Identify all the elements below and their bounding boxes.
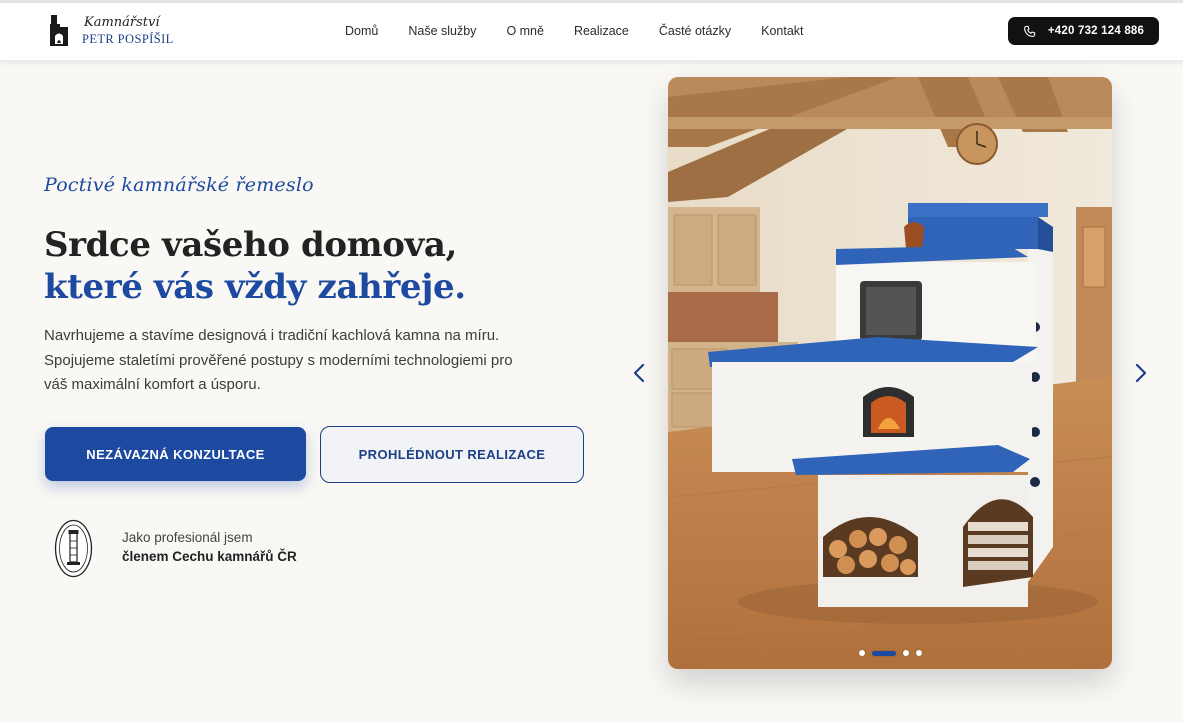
chevron-right-icon [1135,363,1147,383]
headline-line-2: které vás vždy zahřeje. [44,267,466,307]
nav-item-kontakt[interactable]: Kontakt [761,24,803,38]
slider-prev-button[interactable] [628,358,650,388]
slider-dot-3[interactable] [903,650,909,656]
nav-item-o-mne[interactable]: O mně [506,24,544,38]
nav-item-sluzby[interactable]: Naše služby [408,24,476,38]
slider-next-button[interactable] [1130,358,1152,388]
slider-dot-2[interactable] [872,650,896,656]
slider-dot-4[interactable] [916,650,922,656]
logo-script-text: Kamnářství [84,15,160,31]
phone-label: +420 732 124 886 [1047,25,1145,37]
nav-item-caste-otazky[interactable]: Časté otázky [659,24,731,38]
tiled-stove-photo [668,77,1112,669]
view-projects-button[interactable]: PROHLÉDNOUT REALIZACE [320,426,584,483]
slider-dot-1[interactable] [859,650,865,656]
headline-line-1: Srdce vašeho domova, [44,225,457,265]
nav-item-domu[interactable]: Domů [345,24,378,38]
hero-lead-text: Navrhujeme a stavíme designová i tradičn… [44,327,513,393]
hero-headline: Srdce vašeho domova, které vás vždy zahř… [44,224,466,308]
main-navigation: Domů Naše služby O mně Realizace Časté o… [345,3,834,59]
nav-item-realizace[interactable]: Realizace [574,24,629,38]
guild-membership: Jako profesionál jsem členem Cechu kamná… [54,519,297,578]
logo-name-text: PETR POSPÍŠIL [82,32,174,47]
chevron-left-icon [633,363,645,383]
stove-logo-icon [50,15,68,46]
site-logo[interactable]: Kamnářství PETR POSPÍŠIL [48,15,174,47]
guild-line-1: Jako profesionál jsem [122,529,253,545]
guild-seal-icon [54,519,93,578]
phone-icon [1023,25,1036,37]
site-header: Kamnářství PETR POSPÍŠIL Domů Naše služb… [0,3,1183,61]
hero-tagline: Poctivé kamnářské řemeslo [44,174,314,196]
consultation-button[interactable]: NEZÁVAZNÁ KONZULTACE [45,427,306,481]
hero-image-slider[interactable] [668,77,1112,669]
slider-pagination [859,650,929,656]
phone-button[interactable]: +420 732 124 886 [1008,17,1159,45]
guild-line-2: členem Cechu kamnářů ČR [122,548,297,564]
